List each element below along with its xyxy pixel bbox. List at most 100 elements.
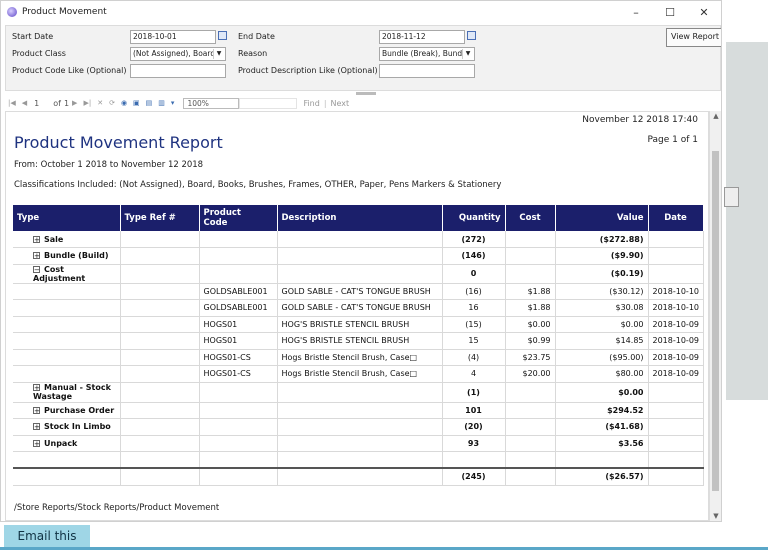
find-link[interactable]: Find bbox=[303, 99, 319, 108]
chevron-down-icon[interactable]: ▼ bbox=[462, 49, 473, 59]
table-row: GOLDSABLE001 GOLD SABLE - CAT'S TONGUE B… bbox=[13, 283, 704, 300]
group-cell[interactable]: − Cost Adjustment bbox=[13, 264, 121, 284]
page-of-label: of bbox=[53, 98, 61, 108]
quantity-cell: 101 bbox=[442, 402, 506, 419]
product-description-input[interactable] bbox=[379, 64, 475, 78]
find-input[interactable] bbox=[239, 97, 298, 109]
email-button[interactable]: Email this bbox=[4, 525, 90, 547]
first-page-icon[interactable]: |◀ bbox=[8, 99, 16, 107]
value-cell: $0.00 bbox=[555, 316, 649, 333]
table-row: HOGS01-CS Hogs Bristle Stencil Brush, Ca… bbox=[13, 365, 704, 383]
group-cell[interactable]: + Unpack bbox=[13, 435, 121, 452]
next-link[interactable]: Next bbox=[331, 99, 350, 108]
code-cell: HOGS01 bbox=[199, 316, 278, 333]
expand-icon[interactable]: + bbox=[33, 384, 40, 392]
table-row: − Cost Adjustment 0 ($0.19) bbox=[13, 264, 704, 284]
page-current[interactable]: 1 bbox=[34, 99, 39, 108]
cost-cell: $0.00 bbox=[505, 316, 556, 333]
scroll-down-icon[interactable]: ▼ bbox=[710, 512, 721, 520]
prev-page-icon[interactable]: ◀ bbox=[22, 99, 27, 107]
quantity-cell: (15) bbox=[442, 316, 506, 333]
report-page-info: Page 1 of 1 bbox=[647, 135, 699, 145]
date-cell: 2018-10-09 bbox=[648, 349, 704, 366]
expand-icon[interactable]: + bbox=[33, 439, 40, 447]
app-icon bbox=[7, 7, 17, 17]
group-label: Stock In Limbo bbox=[44, 422, 111, 432]
calendar-icon[interactable] bbox=[467, 31, 476, 40]
expand-icon[interactable]: + bbox=[33, 235, 40, 243]
group-cell[interactable]: + Purchase Order bbox=[13, 402, 121, 419]
col-product-code: Product Code bbox=[199, 205, 278, 231]
refresh-icon[interactable]: ⟳ bbox=[109, 99, 115, 107]
col-cost: Cost bbox=[505, 205, 556, 231]
group-label: Cost Adjustment bbox=[33, 264, 86, 283]
reason-value: Bundle (Break), Bundl bbox=[382, 49, 465, 58]
scroll-up-icon[interactable]: ▲ bbox=[710, 112, 721, 120]
table-row: + Stock In Limbo (20) ($41.68) bbox=[13, 418, 704, 436]
report-title: Product Movement Report bbox=[14, 133, 223, 152]
date-cell: 2018-10-09 bbox=[648, 365, 704, 383]
reason-select[interactable]: Bundle (Break), Bundl ▼ bbox=[379, 47, 475, 61]
table-row: + Bundle (Build) (146) ($9.90) bbox=[13, 247, 704, 265]
description-cell: GOLD SABLE - CAT'S TONGUE BRUSH bbox=[277, 299, 443, 317]
zoom-select[interactable]: 100% bbox=[183, 97, 240, 109]
calendar-icon[interactable] bbox=[218, 31, 227, 40]
value-cell: $30.08 bbox=[555, 299, 649, 317]
date-cell: 2018-10-09 bbox=[648, 332, 704, 350]
report-classifications: Classifications Included: (Not Assigned)… bbox=[14, 180, 502, 190]
quantity-cell: (4) bbox=[442, 349, 506, 366]
product-class-select[interactable]: (Not Assigned), Board ▼ bbox=[130, 47, 226, 61]
product-class-label: Product Class bbox=[12, 49, 66, 58]
col-type-ref: Type Ref # bbox=[120, 205, 200, 231]
table-row: HOGS01-CS Hogs Bristle Stencil Brush, Ca… bbox=[13, 349, 704, 366]
col-description: Description bbox=[277, 205, 443, 231]
export-icon[interactable]: ▾ bbox=[171, 99, 175, 107]
expand-icon[interactable]: + bbox=[33, 252, 40, 260]
report-table: Type Type Ref # Product Code Description … bbox=[13, 205, 704, 486]
stop-icon[interactable]: ✕ bbox=[97, 99, 103, 107]
table-row: + Sale (272) ($272.88) bbox=[13, 231, 704, 248]
group-cell[interactable]: + Manual - Stock Wastage bbox=[13, 382, 121, 403]
report-date-range: From: October 1 2018 to November 12 2018 bbox=[14, 160, 204, 170]
maximize-button[interactable]: ☐ bbox=[653, 1, 687, 23]
value-cell: $3.56 bbox=[555, 435, 649, 452]
col-product-code-line1: Product bbox=[203, 208, 242, 218]
background-control bbox=[724, 187, 739, 207]
group-cell[interactable]: + Bundle (Build) bbox=[13, 247, 121, 265]
value-cell: ($95.00) bbox=[555, 349, 649, 366]
code-cell: GOLDSABLE001 bbox=[199, 299, 278, 317]
page-setup-icon[interactable]: ▥ bbox=[158, 99, 165, 107]
back-icon[interactable]: ◉ bbox=[121, 99, 127, 107]
close-button[interactable]: ✕ bbox=[687, 1, 721, 23]
value-cell: $0.00 bbox=[555, 382, 649, 403]
panel-splitter[interactable] bbox=[356, 92, 376, 95]
quantity-cell: 93 bbox=[442, 435, 506, 452]
code-cell: HOGS01-CS bbox=[199, 349, 278, 366]
expand-icon[interactable]: + bbox=[33, 423, 40, 431]
table-row: HOGS01 HOG'S BRISTLE STENCIL BRUSH (15) … bbox=[13, 316, 704, 333]
total-value: ($26.57) bbox=[555, 467, 649, 486]
group-cell[interactable]: + Stock In Limbo bbox=[13, 418, 121, 436]
chevron-down-icon[interactable]: ▼ bbox=[213, 49, 224, 59]
minimize-button[interactable]: – bbox=[619, 1, 653, 23]
quantity-cell: (272) bbox=[442, 231, 506, 248]
quantity-cell: 0 bbox=[442, 264, 506, 284]
view-report-button[interactable]: View Report bbox=[666, 28, 721, 47]
collapse-icon[interactable]: − bbox=[33, 265, 40, 273]
parameters-panel: Start Date 2018-10-01 End Date 2018-11-1… bbox=[5, 25, 721, 91]
expand-icon[interactable]: + bbox=[33, 406, 40, 414]
group-label: Unpack bbox=[44, 438, 78, 448]
totals-row: (245) ($26.57) bbox=[13, 467, 704, 486]
print-icon[interactable]: ▣ bbox=[133, 99, 140, 107]
window-controls: – ☐ ✕ bbox=[619, 1, 721, 23]
group-cell[interactable]: + Sale bbox=[13, 231, 121, 248]
next-page-icon[interactable]: ▶ bbox=[72, 99, 77, 107]
group-label: Bundle (Build) bbox=[44, 251, 109, 261]
page-layout-icon[interactable]: ▤ bbox=[146, 99, 153, 107]
last-page-icon[interactable]: ▶| bbox=[83, 99, 91, 107]
vertical-scrollbar[interactable]: ▲ ▼ bbox=[709, 111, 721, 521]
start-date-input[interactable]: 2018-10-01 bbox=[130, 30, 216, 44]
product-code-input[interactable] bbox=[130, 64, 226, 78]
end-date-input[interactable]: 2018-11-12 bbox=[379, 30, 465, 44]
scrollbar-thumb[interactable] bbox=[712, 151, 719, 491]
